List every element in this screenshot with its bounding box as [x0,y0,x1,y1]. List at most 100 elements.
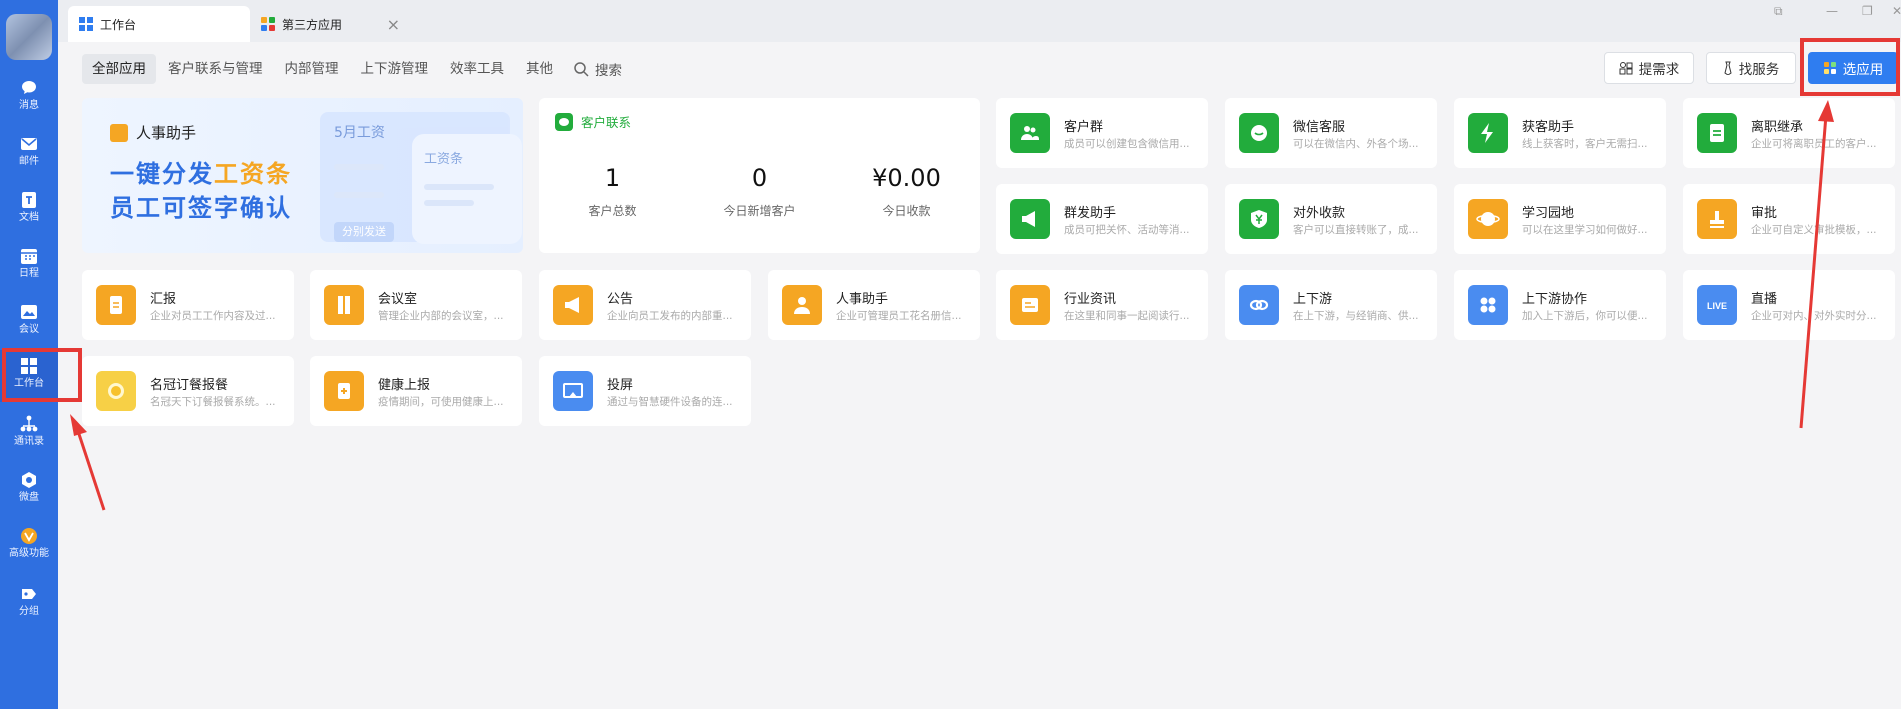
find-service-button[interactable]: 找服务 [1706,52,1796,84]
app-card[interactable]: 群发助手 成员可把关怀、活动等消... [996,184,1208,254]
category-all[interactable]: 全部应用 [82,54,156,84]
banner-line-1: 一键分发工资条 [110,154,292,189]
customer-contact-icon [555,112,573,131]
app-title: 对外收款 [1293,206,1346,221]
restore-icon[interactable]: ❐ [1862,4,1873,18]
sidebar-item-label: 日程 [19,268,39,279]
app-icon-box [324,371,364,411]
app-title: 名冠订餐报餐 [150,378,229,393]
sidebar-item-label: 微盘 [19,492,39,503]
search-button[interactable]: 搜索 [573,59,622,79]
group-icon [22,589,36,599]
app-title: 会议室 [378,292,418,307]
app-description: 通过与智慧硬件设备的连... [607,396,732,408]
minimize-icon[interactable]: — [1826,4,1838,18]
banner-line-1-b: 工资条 [214,160,292,188]
app-card[interactable]: 上下游 在上下游，与经销商、供... [1225,270,1437,340]
chat-bubble-icon [1251,125,1267,141]
sidebar-item-messages[interactable]: 消息 [0,72,58,124]
stat-total-customers: 1 客户总数 [539,164,686,219]
app-description: 疫情期间，可使用健康上... [378,396,503,408]
request-button[interactable]: 提需求 [1604,52,1694,84]
illustration-line [334,164,384,170]
illustration-line [424,200,474,206]
close-icon[interactable]: × [387,15,400,34]
app-card[interactable]: 学习园地 可以在这里学习如何做好... [1454,184,1666,254]
app-card[interactable]: 上下游协作 加入上下游后，你可以便... [1454,270,1666,340]
app-card[interactable]: 审批 企业可自定义审批模板，... [1683,184,1895,254]
tab-label: 第三方应用 [282,17,343,32]
category-tabs: 全部应用 客户联系与管理 内部管理 上下游管理 效率工具 其他 搜索 [82,54,622,84]
apps-grid-icon [1480,297,1496,313]
cast-icon [563,383,583,398]
category-customer[interactable]: 客户联系与管理 [158,54,273,84]
sidebar-item-advanced[interactable]: 高级功能 [0,520,58,572]
window-close-icon[interactable]: ✕ [1892,4,1901,18]
app-card[interactable]: 名冠订餐报餐名冠天下订餐报餐系统。... [82,356,294,426]
app-icon-box [553,371,593,411]
banner-line-1-a: 一键分发 [110,160,214,188]
app-icon-box [1239,199,1279,239]
document-icon [22,192,36,208]
app-card[interactable]: 投屏通过与智慧硬件设备的连... [539,356,751,426]
app-card[interactable]: 人事助手 企业可管理员工花名册信... [768,270,980,340]
sidebar-item-calendar[interactable]: 日程 [0,240,58,292]
sidebar-item-label: 高级功能 [9,548,49,559]
app-card[interactable]: 会议室管理企业内部的会议室，... [310,270,522,340]
app-description: 企业可对内、对外实时分... [1751,310,1876,322]
category-internal[interactable]: 内部管理 [275,54,349,84]
chat-icon [22,81,36,94]
avatar[interactable] [6,14,52,60]
search-icon [574,62,589,77]
category-other[interactable]: 其他 [516,54,563,84]
drive-icon [22,472,36,488]
app-description: 名冠天下订餐报餐系统。... [150,396,275,408]
app-description: 企业可将离职员工的客户... [1751,138,1876,150]
sidebar-item-docs[interactable]: 文档 [0,184,58,236]
sidebar-item-drive[interactable]: 微盘 [0,464,58,516]
sidebar-item-contacts[interactable]: 通讯录 [0,408,58,460]
live-icon: LIVE [1707,301,1727,311]
app-card[interactable]: LIVE 直播 企业可对内、对外实时分... [1683,270,1895,340]
stat-label: 今日收款 [882,204,931,218]
app-title: 审批 [1751,206,1778,221]
request-icon [1619,62,1633,75]
advanced-icon [21,528,37,544]
app-card[interactable]: 汇报 企业对员工工作内容及过... [82,270,294,340]
app-card[interactable]: 健康上报 疫情期间，可使用健康上... [310,356,522,426]
app-card[interactable]: 客户群 成员可以创建包含微信用... [996,98,1208,168]
app-description: 管理企业内部的会议室，... [378,310,503,322]
sidebar-item-mail[interactable]: 邮件 [0,128,58,180]
hr-assistant-banner[interactable]: 人事助手 一键分发工资条 员工可签字确认 5月工资 工资条 分别发送 [82,98,523,253]
stat-value: 1 [604,164,621,192]
people-icon [1021,126,1039,140]
sidebar-item-group[interactable]: 分组 [0,578,58,630]
illustration-line [334,192,384,198]
app-title: 投屏 [607,378,634,393]
app-title: 公告 [607,292,634,307]
app-card[interactable]: 离职继承 企业可将离职员工的客户... [1683,98,1895,168]
sidebar-item-workbench[interactable]: 工作台 [0,350,58,402]
app-description: 在这里和同事一起阅读行... [1064,310,1189,322]
app-icon-box: LIVE [1697,285,1737,325]
app-title: 行业资讯 [1064,292,1117,307]
category-efficiency[interactable]: 效率工具 [440,54,514,84]
category-supply-chain[interactable]: 上下游管理 [351,54,439,84]
app-card[interactable]: 行业资讯在这里和同事一起阅读行... [996,270,1208,340]
health-icon [338,383,350,399]
stamp-icon [1710,211,1724,228]
tab-workbench[interactable]: 工作台 [68,6,250,42]
sidebar-item-label: 邮件 [19,156,39,167]
meal-icon [108,383,124,399]
app-description: 加入上下游后，你可以便... [1522,310,1647,322]
pin-icon[interactable]: ⧉ [1774,4,1783,19]
app-card[interactable]: 对外收款 客户可以直接转账了，成... [1225,184,1437,254]
app-card[interactable]: 获客助手 线上获客时，客户无需扫... [1454,98,1666,168]
choose-app-button[interactable]: 选应用 [1808,52,1898,84]
sidebar-item-meeting[interactable]: 会议 [0,296,58,348]
customer-contact-card[interactable]: 客户联系 1 客户总数 0 今日新增客户 ¥0.00 今日收款 [539,98,980,253]
tab-third-party-apps[interactable]: 第三方应用 × [250,6,410,42]
app-card[interactable]: 微信客服 可以在微信内、外各个场... [1225,98,1437,168]
contacts-icon [20,415,38,432]
app-card[interactable]: 公告 企业向员工发布的内部重... [539,270,751,340]
